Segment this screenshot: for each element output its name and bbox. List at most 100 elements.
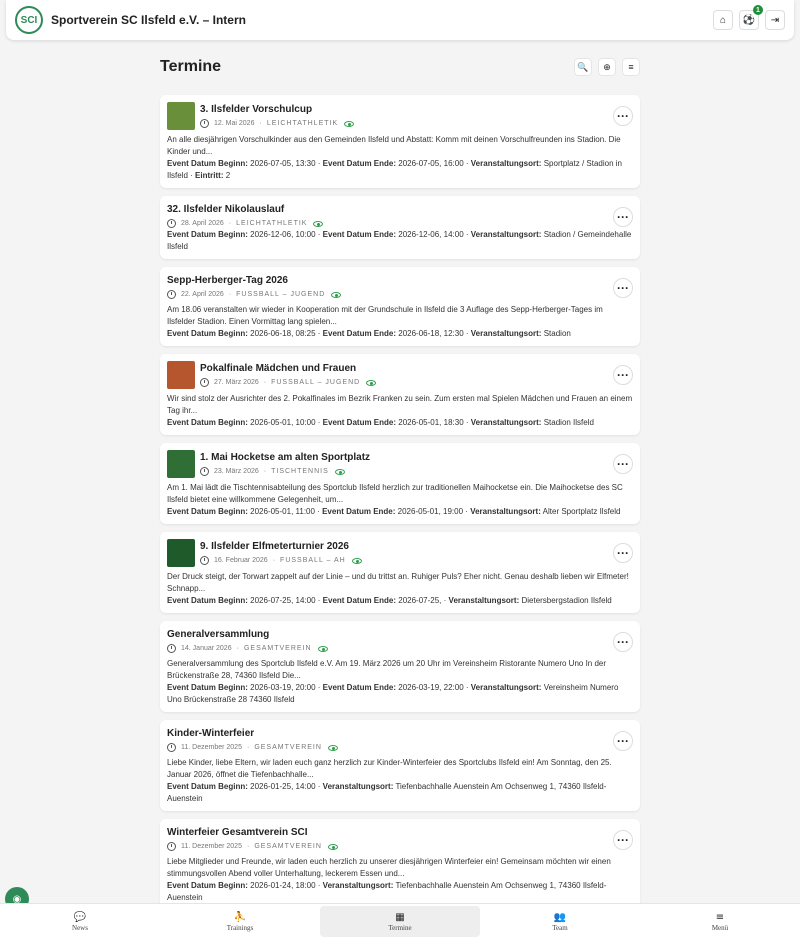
nav-label: News [72,923,88,932]
eye-icon [344,120,355,127]
separator: · [465,418,469,427]
location-label: Veranstaltungsort: [322,782,394,791]
nav-item-men[interactable]: ≡ Menü [640,906,800,937]
begin-label: Event Datum Beginn: [167,418,248,427]
event-card[interactable]: 9. Ilsfelder Elfmeterturnier 2026 16. Feb… [160,532,640,613]
event-card[interactable]: 3. Ilsfelder Vorschulcup 12. Mai 2026 · Lei… [160,95,640,188]
more-options-button[interactable]: ··· [613,731,633,751]
nav-item-team[interactable]: 👥 Team [480,906,640,937]
event-details: Event Datum Beginn: 2026-07-05, 13:30 · … [167,158,633,182]
top-actions: ⌂ ⚽ 1 ⇥ [713,5,785,30]
event-meta: 11. Dezember 2025 · Gesamtverein [167,743,338,752]
event-entry: 2 [225,171,231,180]
more-options-button[interactable]: ··· [613,106,633,126]
event-card-header: Kinder-Winterfeier 11. Dezember 2025 · Gesa… [167,727,633,753]
separator: · [246,744,250,751]
separator: · [190,171,193,180]
more-options-button[interactable]: ··· [613,830,633,850]
nav-item-news[interactable]: 💬 News [0,906,160,937]
entry-label: Eintritt: [195,171,224,180]
event-card[interactable]: Generalversammlung 14. Januar 2026 · Gesamt… [160,621,640,712]
event-date: 27. März 2026 [214,379,259,386]
event-description: Der Druck steigt, der Torwart zappelt au… [167,572,629,593]
event-card[interactable]: 1. Mai Hocketse am alten Sportplatz 23. M… [160,443,640,524]
more-options-button[interactable]: ··· [613,454,633,474]
eye-icon [317,645,328,652]
end-label: Event Datum Ende: [322,418,397,427]
eye-icon [351,557,362,564]
event-details: Event Datum Beginn: 2026-05-01, 10:00 · … [167,417,633,429]
more-options-button[interactable]: ··· [613,632,633,652]
more-horizontal-icon: ··· [617,546,629,560]
separator: · [317,507,320,516]
event-meta: 27. März 2026 · Fussball – Jugend [200,378,377,387]
event-begin: 2026-06-18, 08:25 [250,329,316,338]
page-title: Termine [160,58,222,75]
more-options-button[interactable]: ··· [613,278,633,298]
event-category: Fussball – Jugend [271,379,361,386]
event-title: 9. Ilsfelder Elfmeterturnier 2026 [200,541,349,552]
clock-icon [200,556,209,565]
location-label: Veranstaltungsort: [470,230,542,239]
event-details: Event Datum Beginn: 2026-12-06, 10:00 · … [167,229,633,253]
event-details: Event Datum Beginn: 2026-03-19, 20:00 · … [167,682,633,706]
event-list: 3. Ilsfelder Vorschulcup 12. Mai 2026 · Lei… [160,95,640,918]
event-title: Winterfeier Gesamtverein SCI [167,827,308,838]
end-label: Event Datum Ende: [322,159,397,168]
event-description: Liebe Kinder, liebe Eltern, wir laden eu… [167,758,612,779]
location-label: Veranstaltungsort: [322,881,394,890]
separator: · [317,782,321,791]
event-card-header: 32. Ilsfelder Nikolauslauf 28. April 2026… [167,203,633,229]
event-date: 28. April 2026 [181,220,224,227]
event-title: Generalversammlung [167,629,270,640]
end-label: Event Datum Ende: [322,329,397,338]
more-options-button[interactable]: ··· [613,543,633,563]
runner-icon: ⛹ [233,911,247,923]
event-begin: 2026-05-01, 11:00 [250,507,315,516]
more-options-button[interactable]: ··· [613,207,633,227]
add-event-button[interactable]: ⊕ [598,58,616,76]
separator: · [272,557,276,564]
location-label: Veranstaltungsort: [470,507,541,516]
event-location: Stadion Ilsfeld [543,418,594,427]
location-label: Veranstaltungsort: [448,596,520,605]
event-card[interactable]: Winterfeier Gesamtverein SCI 11. Dezember… [160,819,640,910]
clock-icon [167,842,176,851]
begin-label: Event Datum Beginn: [167,782,248,791]
event-category: Leichtathletik [236,220,308,227]
separator: · [317,881,321,890]
event-card-header: 3. Ilsfelder Vorschulcup 12. Mai 2026 · Lei… [167,102,633,130]
separator: · [259,120,262,127]
event-date: 23. März 2026 [214,468,259,475]
home-button[interactable]: ⌂ [713,10,733,30]
search-button[interactable]: 🔍 [574,58,592,76]
separator: · [228,291,232,298]
soccer-ball-icon: ⚽ [742,14,756,26]
event-meta: 28. April 2026 · Leichtathletik [167,219,324,228]
list-view-button[interactable]: ≡ [622,58,640,76]
more-options-button[interactable]: ··· [613,365,633,385]
event-card[interactable]: Pokalfinale Mädchen und Frauen 27. März 2… [160,354,640,435]
event-heading: 9. Ilsfelder Elfmeterturnier 2026 16. Feb… [200,541,362,565]
event-location: Dietersbergstadion Ilsfeld [521,596,612,605]
notifications-button[interactable]: ⚽ 1 [739,5,763,30]
club-logo[interactable]: SCI [15,6,43,34]
nav-item-trainings[interactable]: ⛹ Trainings [160,906,320,937]
event-description: Am 1. Mai lädt die Tischtennisabteilung … [167,483,623,504]
more-horizontal-icon: ··· [617,635,629,649]
location-label: Veranstaltungsort: [470,683,542,692]
app-title: Sportverein SC Ilsfeld e.V. – Intern [51,13,246,27]
event-card[interactable]: Sepp-Herberger-Tag 2026 22. April 2026 · Fu… [160,267,640,346]
separator: · [465,230,469,239]
event-heading: Winterfeier Gesamtverein SCI 11. Dezember… [167,827,338,851]
home-icon: ⌂ [719,14,727,26]
event-card[interactable]: Kinder-Winterfeier 11. Dezember 2025 · Gesa… [160,720,640,811]
event-category: Tischtennis [271,468,329,475]
event-card[interactable]: 32. Ilsfelder Nikolauslauf 28. April 2026… [160,196,640,259]
team-icon: 👥 [553,911,567,923]
event-category: Gesamtverein [243,645,312,652]
separator: · [465,507,468,516]
nav-item-termine[interactable]: ▦ Termine [320,906,480,937]
logout-button[interactable]: ⇥ [765,10,785,30]
event-meta: 22. April 2026 · Fussball – Jugend [167,290,342,299]
